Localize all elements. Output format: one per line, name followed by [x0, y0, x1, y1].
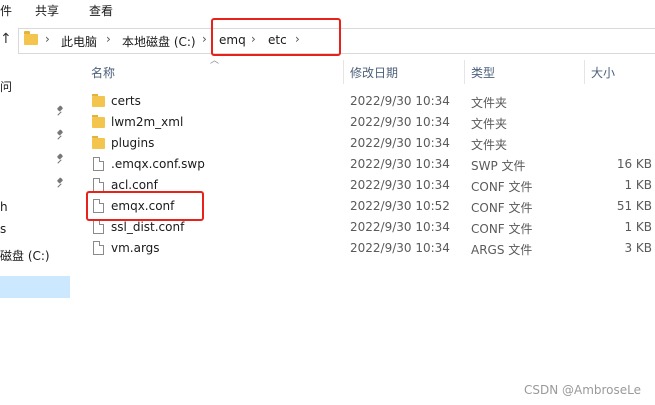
file-date: 2022/9/30 10:34: [350, 157, 450, 171]
breadcrumb-this-pc[interactable]: 此电脑: [61, 33, 97, 50]
file-icon: [93, 157, 104, 171]
file-row[interactable]: certs 2022/9/30 10:34 文件夹: [86, 91, 655, 112]
file-name: acl.conf: [111, 178, 158, 192]
file-date: 2022/9/30 10:34: [350, 136, 450, 150]
nav-item-local-disk[interactable]: 磁盘 (C:): [0, 247, 50, 264]
column-header-date[interactable]: 修改日期: [350, 64, 398, 81]
file-size: 1 KB: [624, 178, 652, 192]
tab-file[interactable]: 件: [0, 2, 12, 19]
folder-icon: [92, 94, 105, 107]
file-type: CONF 文件: [471, 222, 533, 236]
file-size: 1 KB: [624, 220, 652, 234]
file-type: 文件夹: [471, 138, 508, 152]
file-date: 2022/9/30 10:34: [350, 115, 450, 129]
folder-icon: [24, 31, 38, 45]
file-icon: [93, 220, 104, 234]
file-name: .emqx.conf.swp: [111, 157, 205, 171]
file-name: vm.args: [111, 241, 160, 255]
file-date: 2022/9/30 10:34: [350, 94, 450, 108]
tab-view[interactable]: 查看: [89, 2, 113, 19]
file-size: 51 KB: [616, 199, 652, 213]
file-type: CONF 文件: [471, 180, 533, 194]
pin-icon[interactable]: [56, 130, 64, 140]
file-name: certs: [111, 94, 141, 108]
column-divider[interactable]: [464, 60, 465, 84]
nav-item-label[interactable]: s: [0, 222, 6, 236]
nav-selected-item[interactable]: [0, 276, 70, 298]
file-icon: [93, 178, 104, 192]
file-date: 2022/9/30 10:34: [350, 241, 450, 255]
file-size: 3 KB: [624, 241, 652, 255]
file-name: ssl_dist.conf: [111, 220, 185, 234]
file-type: SWP 文件: [471, 159, 526, 173]
file-type: ARGS 文件: [471, 243, 533, 257]
up-arrow-icon[interactable]: ↑: [0, 31, 14, 47]
file-row[interactable]: vm.args 2022/9/30 10:34 ARGS 文件 3 KB: [86, 238, 655, 259]
file-name: plugins: [111, 136, 155, 150]
folder-icon: [92, 136, 105, 149]
file-row[interactable]: plugins 2022/9/30 10:34 文件夹: [86, 133, 655, 154]
file-row[interactable]: lwm2m_xml 2022/9/30 10:34 文件夹: [86, 112, 655, 133]
sort-up-icon: ︿: [210, 56, 220, 66]
highlight-box-path: [211, 18, 341, 56]
highlight-box-emqx-conf: [86, 191, 204, 221]
nav-item-label[interactable]: h: [0, 200, 8, 214]
file-icon: [93, 241, 104, 255]
file-type: CONF 文件: [471, 201, 533, 215]
watermark: CSDN @AmbroseLe: [523, 383, 641, 397]
breadcrumb-local-disk[interactable]: 本地磁盘 (C:): [122, 33, 196, 50]
chevron-right-icon[interactable]: ›: [202, 32, 207, 46]
nav-item-label[interactable]: 问: [0, 78, 12, 95]
file-row[interactable]: .emqx.conf.swp 2022/9/30 10:34 SWP 文件 16…: [86, 154, 655, 175]
pin-icon[interactable]: [56, 178, 64, 188]
column-divider[interactable]: [584, 60, 585, 84]
file-type: 文件夹: [471, 117, 508, 131]
column-header-type[interactable]: 类型: [471, 64, 495, 81]
column-header-name[interactable]: 名称: [91, 64, 115, 81]
file-type: 文件夹: [471, 96, 508, 110]
file-date: 2022/9/30 10:34: [350, 220, 450, 234]
navigation-pane: 问 h s 磁盘 (C:): [0, 56, 70, 405]
folder-icon: [92, 115, 105, 128]
file-size: 16 KB: [616, 157, 652, 171]
file-date: 2022/9/30 10:52: [350, 199, 450, 213]
column-divider[interactable]: [343, 60, 344, 84]
chevron-right-icon[interactable]: ›: [45, 32, 50, 46]
pin-icon[interactable]: [56, 106, 64, 116]
chevron-right-icon[interactable]: ›: [106, 32, 111, 46]
column-header-size[interactable]: 大小: [591, 64, 615, 81]
file-date: 2022/9/30 10:34: [350, 178, 450, 192]
pin-icon[interactable]: [56, 154, 64, 164]
file-name: lwm2m_xml: [111, 115, 184, 129]
tab-share[interactable]: 共享: [35, 2, 59, 19]
